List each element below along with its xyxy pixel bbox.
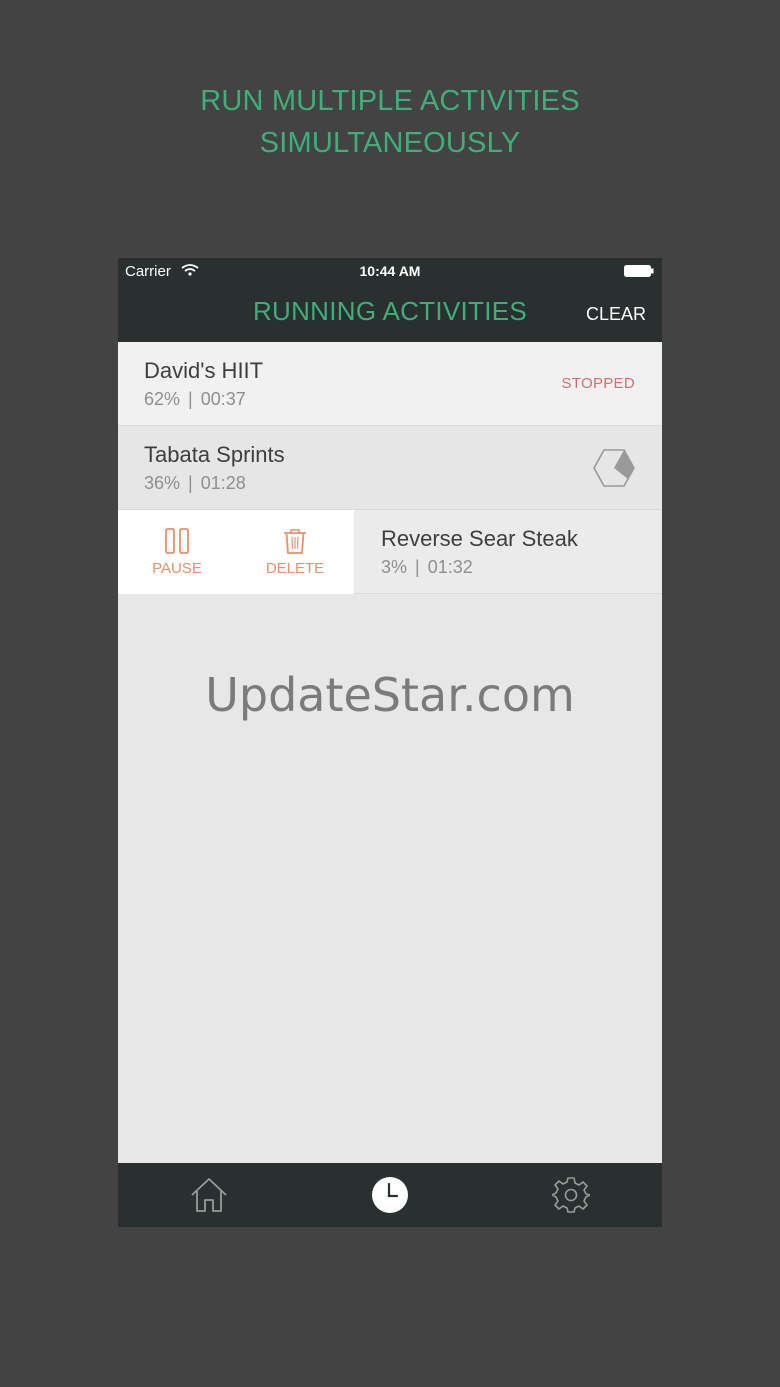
promo-line-1: RUN MULTIPLE ACTIVITIES: [200, 85, 580, 117]
activity-meta: 36% | 01:28: [144, 473, 246, 494]
status-badge: STOPPED: [561, 375, 635, 392]
status-bar: Carrier 10:44 AM: [118, 258, 662, 286]
watermark: UpdateStar.com: [205, 668, 575, 722]
activity-meta: 3% | 01:32: [381, 557, 473, 578]
activity-name: Reverse Sear Steak: [381, 526, 578, 551]
app-header: Carrier 10:44 AM RUNNING ACTIVITIES CLEA…: [118, 258, 662, 342]
activity-row-reverse-sear-steak[interactable]: PAUSE DELETE Reverse Sear Steak 3% | 01:32: [118, 510, 662, 594]
meta-separator: |: [415, 557, 420, 577]
activity-percent: 36%: [144, 473, 181, 493]
delete-label: DELETE: [265, 560, 325, 577]
phone-screen: Carrier 10:44 AM RUNNING ACTIVITIES CLEA…: [118, 258, 662, 1227]
tab-bar: [118, 1163, 662, 1227]
activity-row-tabata-sprints[interactable]: Tabata Sprints 36% | 01:28: [118, 426, 662, 510]
activity-time: 01:28: [200, 473, 246, 493]
swipe-actions: PAUSE DELETE: [118, 510, 354, 594]
meta-separator: |: [188, 473, 193, 493]
activity-percent: 62%: [144, 389, 181, 409]
clear-button[interactable]: CLEAR: [586, 304, 646, 325]
status-time: 10:44 AM: [359, 263, 421, 279]
tab-settings[interactable]: [480, 1163, 661, 1227]
promo-line-2: SIMULTANEOUSLY: [259, 127, 521, 159]
delete-button[interactable]: DELETE: [236, 510, 354, 594]
activity-name: Tabata Sprints: [144, 442, 285, 467]
tab-running-activities[interactable]: [299, 1163, 480, 1227]
battery-icon: [624, 265, 654, 277]
activity-percent: 3%: [381, 557, 408, 577]
gear-icon: [551, 1177, 590, 1213]
home-icon: [190, 1178, 227, 1212]
activity-time: 01:32: [427, 557, 473, 577]
activity-time: 00:37: [200, 389, 246, 409]
progress-hexagon-icon: [593, 449, 635, 487]
promo-headline: RUN MULTIPLE ACTIVITIES SIMULTANEOUSLY: [0, 80, 780, 164]
page-title: RUNNING ACTIVITIES: [252, 296, 528, 326]
pause-button[interactable]: PAUSE: [118, 510, 236, 594]
meta-separator: |: [188, 389, 193, 409]
activity-meta: 62% | 00:37: [144, 389, 246, 410]
trash-icon: [284, 529, 306, 554]
pause-label: PAUSE: [152, 560, 202, 577]
clock-icon: [371, 1177, 408, 1213]
pause-icon: [165, 528, 189, 554]
activity-row-davids-hiit[interactable]: David's HIIT 62% | 00:37 STOPPED: [118, 342, 662, 426]
activity-name: David's HIIT: [144, 358, 264, 383]
tab-home[interactable]: [118, 1163, 299, 1227]
